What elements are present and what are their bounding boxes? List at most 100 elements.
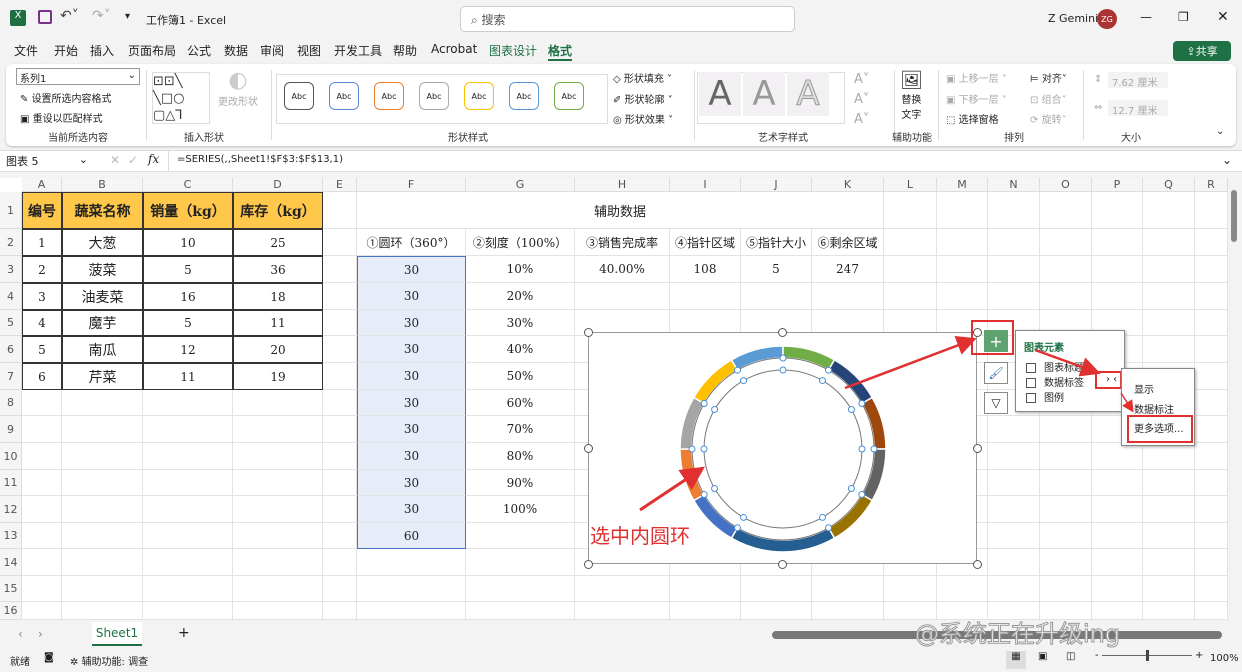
table-cell[interactable]: 25 [233,229,323,256]
cell[interactable] [143,602,233,620]
table-cell[interactable]: 6 [22,363,62,390]
cell[interactable] [1040,192,1092,229]
row-header[interactable]: 16 [0,602,22,620]
cell[interactable] [937,576,988,602]
selection-point[interactable] [779,366,787,374]
text-fill-outline-effect[interactable]: A˅ A˅ A˅ [854,70,869,130]
column-header[interactable]: H [575,178,670,192]
cell[interactable] [1195,192,1228,229]
cell[interactable] [143,549,233,576]
column-header[interactable]: J [741,178,812,192]
cell[interactable] [62,416,143,443]
series-range-cell[interactable]: 30 [357,390,466,416]
column-header[interactable]: G [466,178,575,192]
cell[interactable] [1143,496,1195,523]
cell[interactable] [812,283,884,310]
cell[interactable] [575,576,670,602]
inner-ring-edge[interactable] [703,369,863,529]
close-icon[interactable]: ✕ [1217,9,1229,25]
selection-point[interactable] [688,445,696,453]
next-sheet-icon[interactable]: › [38,627,43,641]
column-header[interactable]: A [22,178,62,192]
expand-formula-icon[interactable]: ⌄ [1222,153,1232,167]
cell[interactable] [988,470,1040,496]
option-chart-title[interactable]: 图表标题 [1026,359,1084,374]
cell[interactable] [22,416,62,443]
row-header[interactable]: 6 [0,336,22,363]
zoom-slider[interactable]: - + [1095,649,1203,661]
submenu-callout[interactable]: 数据标注 [1134,401,1174,416]
selection-point[interactable] [779,354,787,362]
aux-cell[interactable]: 40.00% [575,256,670,283]
cell[interactable] [1195,390,1228,416]
menu-tab[interactable]: 开始 [54,42,78,59]
fx-button[interactable]: fx [148,152,159,166]
cell[interactable] [884,576,937,602]
cell[interactable] [323,443,357,470]
cell[interactable] [1092,549,1143,576]
row-header[interactable]: 5 [0,310,22,336]
row-header[interactable]: 1 [0,192,22,229]
cell[interactable] [1195,229,1228,256]
cell[interactable] [1143,310,1195,336]
cell[interactable] [143,576,233,602]
submenu-show[interactable]: 显示 [1134,381,1154,396]
cell[interactable] [466,576,575,602]
cell[interactable] [884,192,937,229]
cell[interactable] [323,363,357,390]
scale-cell[interactable]: 70% [466,416,575,443]
shape-style-preset[interactable]: Abc [374,82,404,110]
cell[interactable] [937,229,988,256]
cell[interactable] [143,470,233,496]
menu-tab[interactable]: 文件 [14,42,38,59]
rotate-button[interactable]: ⟳ 旋转˅ [1030,111,1067,126]
selection-point[interactable] [858,445,866,453]
cell[interactable] [22,523,62,549]
enter-icon[interactable]: ✓ [128,153,138,167]
shape-style-preset[interactable]: Abc [284,82,314,110]
cell[interactable] [22,470,62,496]
table-cell[interactable]: 5 [22,336,62,363]
cell[interactable] [62,390,143,416]
resize-handle[interactable] [584,444,593,453]
cell[interactable] [143,496,233,523]
table-cell[interactable]: 2 [22,256,62,283]
table-cell[interactable]: 5 [143,256,233,283]
selection-point[interactable] [740,513,747,521]
cell[interactable] [812,576,884,602]
series-range-cell[interactable]: 60 [357,523,466,549]
shape-gallery[interactable]: ⊡⊡╲ ╲□○ ▢△⅂ [152,72,210,124]
menu-tab[interactable]: 帮助 [393,42,417,59]
scale-cell[interactable]: 30% [466,310,575,336]
row-header[interactable]: 12 [0,496,22,523]
cell[interactable] [1195,470,1228,496]
cell[interactable] [1092,283,1143,310]
cell[interactable] [988,496,1040,523]
column-header[interactable]: P [1092,178,1143,192]
cell[interactable] [22,390,62,416]
resize-handle[interactable] [778,328,787,337]
cell[interactable] [1040,443,1092,470]
cell[interactable] [884,283,937,310]
cell[interactable] [1040,549,1092,576]
cell[interactable] [1195,602,1228,620]
column-header[interactable]: C [143,178,233,192]
cell[interactable] [575,283,670,310]
option-data-labels[interactable]: 数据标签 [1026,374,1084,389]
table-cell[interactable]: 4 [22,310,62,336]
menu-tab[interactable]: 视图 [297,42,321,59]
cell[interactable] [143,390,233,416]
column-header[interactable]: E [323,178,357,192]
cell[interactable] [1143,283,1195,310]
selection-point[interactable] [711,406,719,413]
cell[interactable] [1143,443,1195,470]
selection-point[interactable] [847,485,855,492]
selection-point[interactable] [734,366,741,374]
row-header[interactable]: 13 [0,523,22,549]
cell[interactable] [323,523,357,549]
cell[interactable] [988,229,1040,256]
aux-cell[interactable]: 247 [812,256,884,283]
cell[interactable] [937,192,988,229]
selection-point[interactable] [700,491,708,498]
cell[interactable] [1143,336,1195,363]
